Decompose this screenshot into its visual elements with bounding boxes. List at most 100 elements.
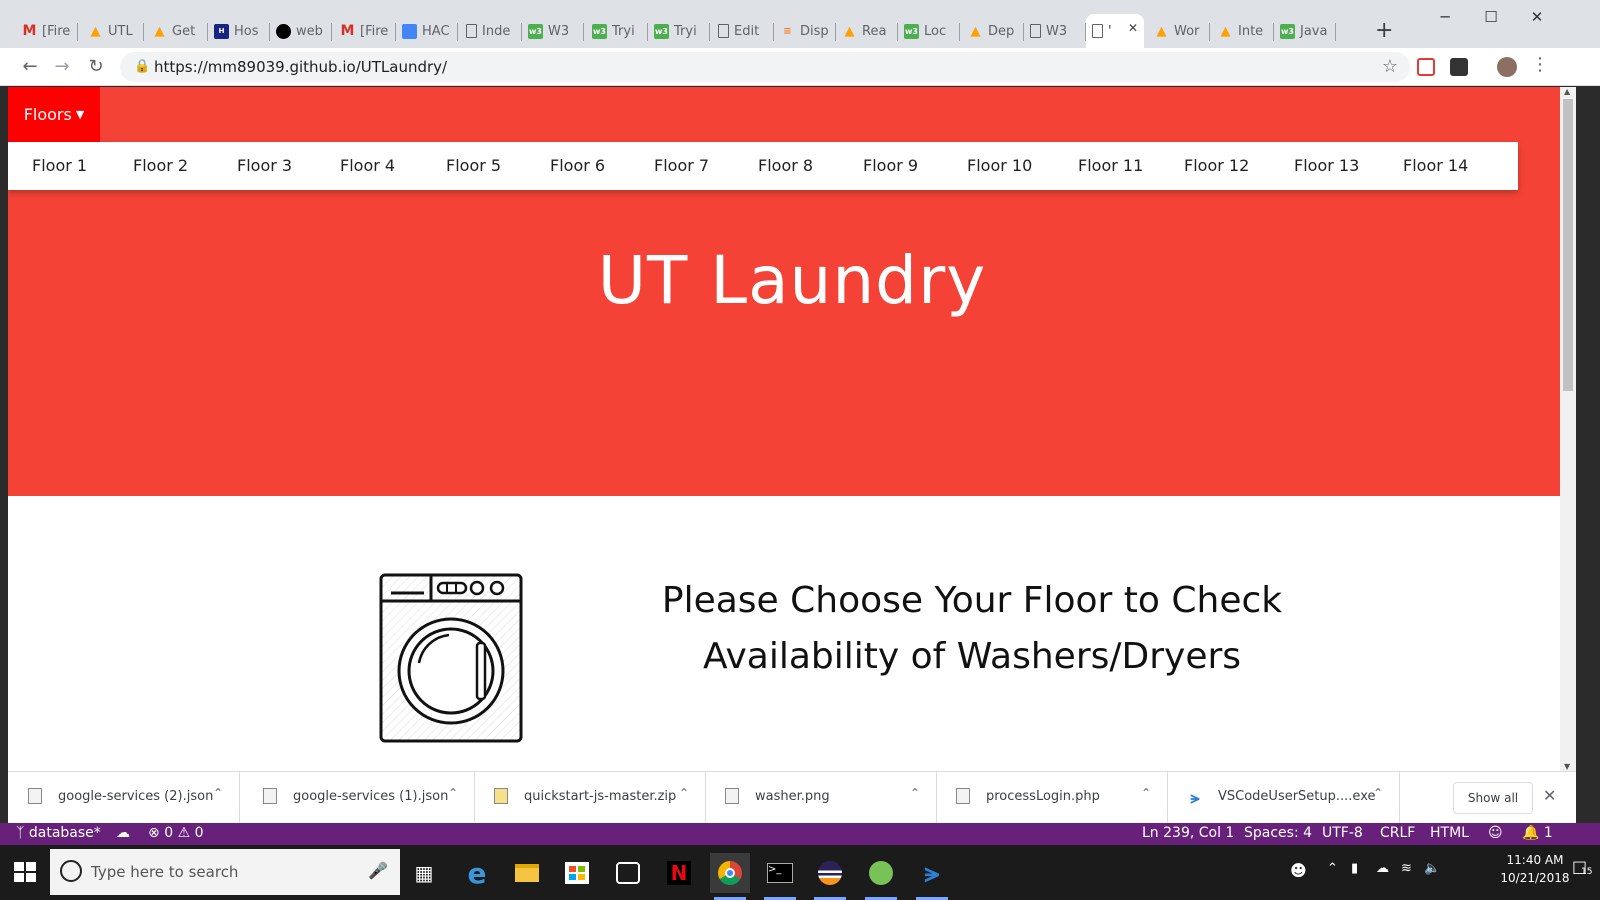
address-bar[interactable]: 🔒 https://mm89039.github.io/UTLaundry/ ☆	[120, 52, 1410, 82]
scroll-down-icon[interactable]: ▼	[1564, 762, 1570, 771]
indentation[interactable]: Spaces: 4	[1244, 825, 1312, 841]
floor-link-11[interactable]: Floor 11	[1078, 142, 1143, 190]
tab[interactable]: HAC	[396, 16, 458, 46]
download-item[interactable]: washer.png ⌃	[705, 772, 937, 824]
tab[interactable]: H Hos	[208, 16, 270, 46]
action-center-icon[interactable]: □ 15	[1572, 857, 1592, 877]
close-tab-icon[interactable]: ✕	[1128, 21, 1138, 35]
back-icon[interactable]: ←	[18, 56, 42, 77]
file-explorer-icon[interactable]	[507, 853, 547, 893]
notifications-indicator[interactable]: 🔔 1	[1522, 825, 1553, 841]
scroll-up-icon[interactable]: ▲	[1564, 87, 1570, 96]
floor-link-6[interactable]: Floor 6	[550, 142, 605, 190]
floor-link-1[interactable]: Floor 1	[32, 142, 87, 190]
reload-icon[interactable]: ↻	[84, 56, 108, 77]
cursor-position[interactable]: Ln 239, Col 1	[1142, 825, 1234, 841]
tab[interactable]: ≡ Disp	[774, 16, 836, 46]
language-mode[interactable]: HTML	[1430, 825, 1469, 841]
chevron-up-icon[interactable]: ⌃	[448, 786, 458, 800]
floor-link-10[interactable]: Floor 10	[967, 142, 1032, 190]
profile-avatar[interactable]	[1497, 57, 1517, 77]
tab[interactable]: w3 Tryi	[648, 16, 710, 46]
floor-link-3[interactable]: Floor 3	[237, 142, 292, 190]
line-ending[interactable]: CRLF	[1380, 825, 1415, 841]
tab[interactable]: w3 Tryi	[586, 16, 648, 46]
chevron-up-icon[interactable]: ⌃	[910, 786, 920, 800]
tab[interactable]: ▲ Rea	[836, 16, 898, 46]
chevron-up-icon[interactable]: ⌃	[1141, 786, 1151, 800]
floors-dropdown-button[interactable]: Floors ▼	[8, 87, 100, 142]
onedrive-icon[interactable]: ☁	[1376, 861, 1389, 876]
floor-link-12[interactable]: Floor 12	[1184, 142, 1249, 190]
tab[interactable]: web	[270, 16, 332, 46]
tray-expand-icon[interactable]: ⌃	[1327, 861, 1338, 876]
download-item[interactable]: google-services (1).json ⌃	[243, 772, 475, 824]
bookmark-star-icon[interactable]: ☆	[1382, 56, 1398, 77]
windows-start-icon[interactable]	[10, 857, 40, 887]
floor-link-4[interactable]: Floor 4	[340, 142, 395, 190]
vscode-taskbar-icon[interactable]: ⪫	[912, 853, 952, 900]
taskbar-search-box[interactable]: Type here to search 🎤	[50, 849, 400, 895]
tab[interactable]: M [Fire	[16, 16, 78, 46]
chevron-up-icon[interactable]: ⌃	[679, 786, 689, 800]
pocket-extension-icon[interactable]	[1417, 58, 1435, 76]
floor-link-8[interactable]: Floor 8	[758, 142, 813, 190]
task-view-icon[interactable]: ▦	[404, 853, 444, 893]
minimize-button[interactable]: ─	[1430, 8, 1460, 26]
smiley-feedback-icon[interactable]: ☺	[1488, 825, 1503, 841]
tab[interactable]: Edit	[712, 16, 774, 46]
sync-icon[interactable]: ☁	[116, 825, 130, 841]
menu-kebab-icon[interactable]: ⋮	[1528, 54, 1552, 75]
floor-link-13[interactable]: Floor 13	[1294, 142, 1359, 190]
close-shelf-icon[interactable]: ✕	[1543, 786, 1556, 805]
tab[interactable]: M [Fire	[334, 16, 396, 46]
wifi-icon[interactable]: ≋	[1401, 861, 1412, 876]
forward-icon[interactable]: →	[50, 56, 74, 77]
tab[interactable]: ▲ Inte	[1212, 16, 1274, 46]
new-tab-button[interactable]: +	[1375, 18, 1393, 43]
taskbar-clock[interactable]: 11:40 AM 10/21/2018	[1500, 851, 1570, 887]
people-icon[interactable]: ☻	[1290, 861, 1307, 880]
chevron-up-icon[interactable]: ⌃	[1373, 786, 1383, 800]
tab[interactable]: ▲ UTL	[82, 16, 144, 46]
tab[interactable]: ' ✕	[1086, 14, 1144, 48]
tab[interactable]: w3 W3	[522, 16, 584, 46]
volume-icon[interactable]: 🔈	[1424, 861, 1440, 876]
store-icon[interactable]	[557, 853, 597, 893]
battery-icon[interactable]: ▮	[1351, 861, 1358, 876]
floor-link-14[interactable]: Floor 14	[1403, 142, 1468, 190]
download-item[interactable]: quickstart-js-master.zip ⌃	[474, 772, 706, 824]
password-extension-icon[interactable]	[1450, 58, 1468, 76]
git-branch-indicator[interactable]: ᛉ database*	[16, 825, 101, 841]
android-studio-icon[interactable]	[861, 853, 901, 900]
tab[interactable]: ▲ Dep	[962, 16, 1024, 46]
maximize-button[interactable]: ☐	[1476, 8, 1506, 26]
scrollbar-thumb[interactable]	[1563, 99, 1573, 391]
floor-link-7[interactable]: Floor 7	[654, 142, 709, 190]
tab[interactable]: w3 Loc	[898, 16, 960, 46]
tab[interactable]: ▲ Get	[146, 16, 208, 46]
tab[interactable]: w3 Java	[1274, 16, 1336, 46]
floor-link-2[interactable]: Floor 2	[133, 142, 188, 190]
netflix-icon[interactable]: N	[659, 853, 699, 893]
show-all-downloads-button[interactable]: Show all	[1453, 782, 1533, 814]
chevron-up-icon[interactable]: ⌃	[213, 786, 223, 800]
terminal-icon[interactable]: >_	[760, 853, 800, 900]
problems-indicator[interactable]: ⊗ 0 ⚠ 0	[148, 825, 204, 841]
tab[interactable]: W3	[1024, 16, 1086, 46]
edge-icon[interactable]: e	[457, 853, 497, 893]
encoding[interactable]: UTF-8	[1322, 825, 1363, 841]
chrome-icon[interactable]	[710, 853, 750, 900]
eclipse-icon[interactable]	[810, 853, 850, 900]
download-item[interactable]: processLogin.php ⌃	[936, 772, 1168, 824]
photos-app-icon[interactable]	[608, 853, 648, 893]
microphone-icon[interactable]: 🎤	[368, 861, 388, 880]
download-item[interactable]: ⪫ VSCodeUserSetup....exe ⌃	[1168, 772, 1400, 824]
tab[interactable]: Inde	[460, 16, 522, 46]
download-item[interactable]: google-services (2).json ⌃	[8, 772, 240, 824]
vertical-scrollbar[interactable]: ▲ ▼	[1560, 87, 1576, 771]
floor-link-9[interactable]: Floor 9	[863, 142, 918, 190]
tab[interactable]: ▲ Wor	[1148, 16, 1210, 46]
url-text[interactable]: https://mm89039.github.io/UTLaundry/	[154, 58, 447, 76]
close-window-button[interactable]: ✕	[1522, 8, 1552, 26]
